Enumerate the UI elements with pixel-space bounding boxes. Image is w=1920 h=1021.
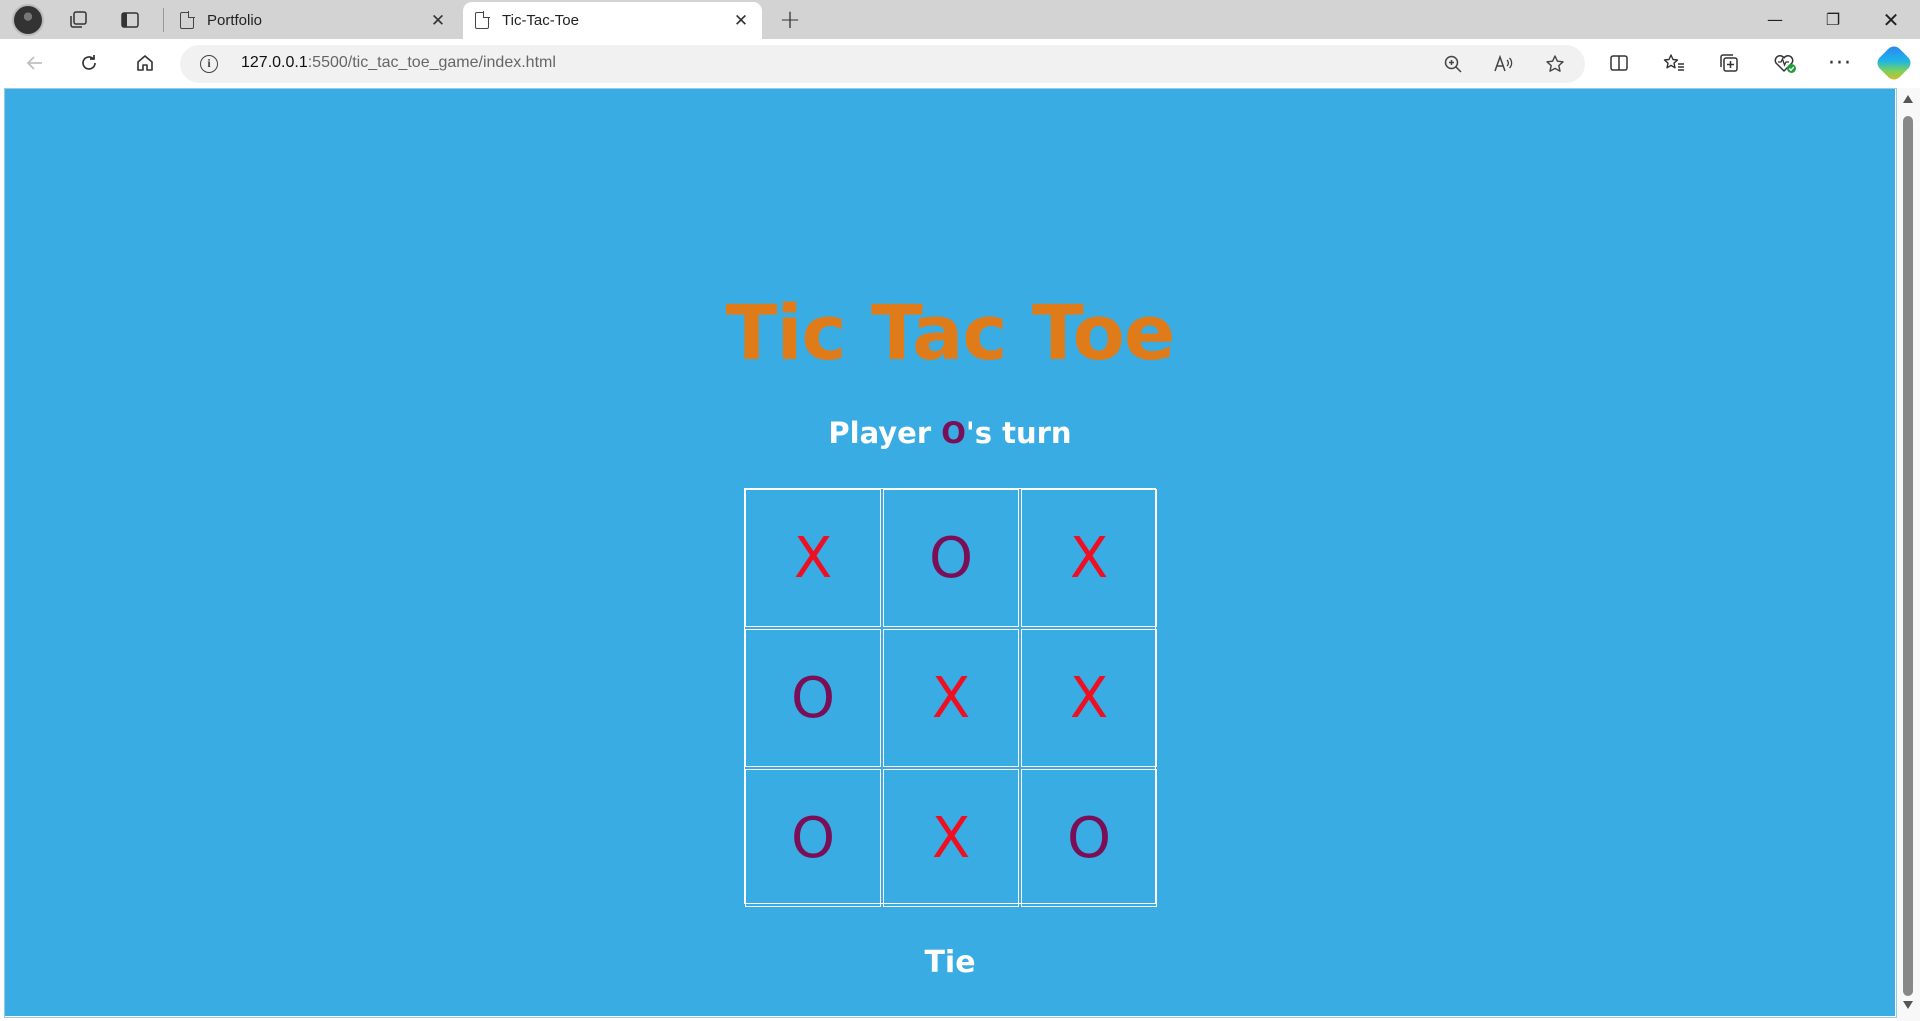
board-cell-9[interactable]: O [1021,769,1157,907]
new-tab-button[interactable]: + [772,2,808,38]
browser-essentials-button[interactable] [1765,43,1805,83]
workspaces-icon [70,11,87,28]
zoom-button[interactable] [1438,49,1468,79]
tab-separator [163,8,164,32]
url-host: 127.0.0.1 [241,54,308,71]
restore-button[interactable]: ❐ [1803,0,1863,39]
board-cell-3[interactable]: X [1021,489,1157,627]
more-button[interactable]: ··· [1820,43,1860,83]
reload-icon [82,55,96,70]
turn-suffix: 's turn [965,416,1072,450]
zoom-icon [1444,55,1462,73]
star-icon [1546,55,1564,72]
avatar [12,4,44,36]
home-button[interactable] [125,43,165,83]
copilot-icon [1874,43,1914,83]
close-tab-icon[interactable]: ✕ [425,8,451,34]
url-text[interactable]: 127.0.0.1:5500/tic_tac_toe_game/index.ht… [241,54,556,72]
browser-toolbar: i 127.0.0.1:5500/tic_tac_toe_game/index.… [0,39,1920,88]
board-cell-7[interactable]: O [745,769,881,907]
close-window-button[interactable]: ✕ [1861,0,1920,39]
browser-essentials-icon [1774,55,1796,73]
collections-icon [1720,54,1738,72]
minimize-button[interactable]: — [1745,0,1805,39]
address-bar[interactable]: i 127.0.0.1:5500/tic_tac_toe_game/index.… [180,45,1585,83]
back-arrow-icon [26,56,42,70]
game-result: Tie [924,945,976,980]
tab-portfolio[interactable]: Portfolio ✕ [168,2,459,39]
board-cell-6[interactable]: X [1021,629,1157,767]
favorites-icon [1663,54,1684,71]
turn-prefix: Player [828,416,942,450]
scroll-thumb[interactable] [1903,116,1913,996]
back-button[interactable] [15,43,55,83]
board-cell-8[interactable]: X [883,769,1019,907]
home-icon [137,55,153,71]
page-icon [475,11,490,29]
info-icon[interactable]: i [200,55,218,73]
tab-tic-tac-toe[interactable]: Tic-Tac-Toe ✕ [463,2,762,39]
tab-title: Portfolio [207,12,263,29]
game-title: Tic Tac Toe [725,288,1176,377]
url-path: :5500/tic_tac_toe_game/index.html [307,54,556,71]
workspaces-button[interactable] [58,2,98,38]
profile-button[interactable] [8,2,48,38]
tab-actions-button[interactable] [110,2,150,38]
page-scrollbar[interactable] [1897,88,1920,1021]
page-icon [180,11,195,29]
scroll-up-arrow-icon[interactable] [1903,95,1913,103]
tab-strip: Portfolio ✕ Tic-Tac-Toe ✕ + — ❐ ✕ [0,0,1920,39]
scroll-down-arrow-icon[interactable] [1903,1001,1913,1009]
board-cell-4[interactable]: O [745,629,881,767]
tab-actions-icon [121,12,139,28]
game-board: X O X O X X O X O [744,488,1157,907]
reload-button[interactable] [69,43,109,83]
close-tab-icon[interactable]: ✕ [728,8,754,34]
split-screen-icon [1610,55,1628,71]
board-cell-5[interactable]: X [883,629,1019,767]
favorites-button[interactable] [1654,43,1694,83]
turn-player: O [941,416,966,450]
board-cell-2[interactable]: O [883,489,1019,627]
add-favorite-button[interactable] [1540,49,1570,79]
collections-button[interactable] [1709,43,1749,83]
tab-title: Tic-Tac-Toe [502,12,579,29]
read-aloud-button[interactable] [1489,49,1519,79]
read-aloud-icon [1494,54,1513,72]
board-cell-1[interactable]: X [745,489,881,627]
more-icon: ··· [1828,50,1852,76]
page-viewport: Tic Tac Toe Player O's turn X O X O X X … [5,88,1895,1016]
split-screen-button[interactable] [1599,43,1639,83]
turn-status: Player O's turn [5,416,1895,450]
copilot-button[interactable] [1874,43,1914,83]
